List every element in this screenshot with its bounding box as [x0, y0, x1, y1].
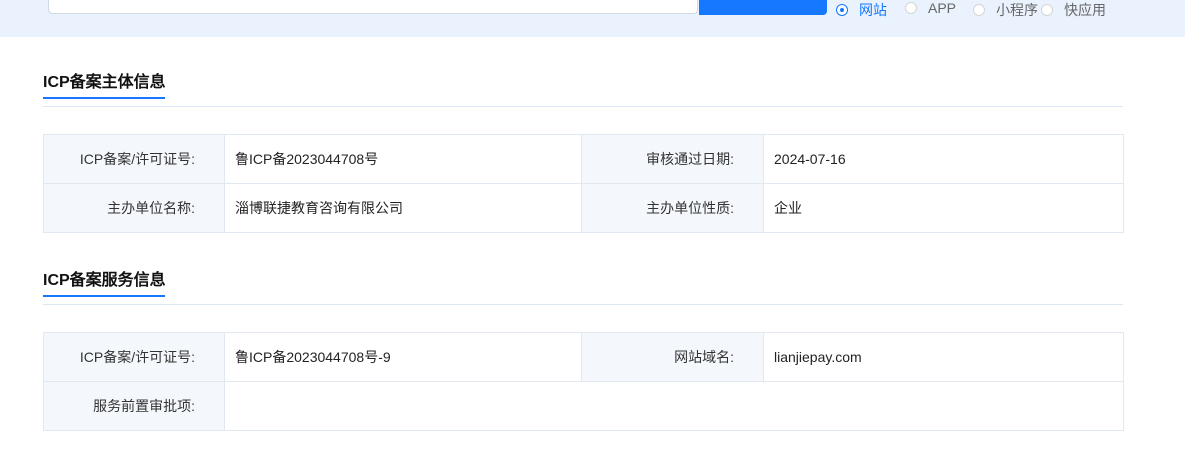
section-title-underline [43, 295, 165, 297]
domain-label: 网站域名: [581, 332, 764, 382]
search-input[interactable] [48, 0, 698, 14]
service-license-label: ICP备案/许可证号: [43, 332, 225, 382]
search-bar-area: 网站 APP 小程序 快应用 [0, 0, 1185, 37]
radio-circle-icon [973, 4, 985, 16]
license-label: ICP备案/许可证号: [43, 134, 225, 184]
table-row: 主办单位名称: 淄博联捷教育咨询有限公司 主办单位性质: 企业 [43, 183, 1124, 233]
section-title-subject: ICP备案主体信息 [43, 74, 166, 91]
section-title-service: ICP备案服务信息 [43, 272, 166, 289]
radio-miniprogram[interactable]: 小程序 [973, 0, 1038, 20]
table-row: ICP备案/许可证号: 鲁ICP备2023044708号-9 网站域名: lia… [43, 332, 1124, 382]
pre-approval-value [224, 381, 1124, 431]
radio-quickapp[interactable]: 快应用 [1041, 0, 1106, 20]
radio-website[interactable]: 网站 [836, 0, 887, 20]
radio-label: 小程序 [996, 2, 1038, 18]
radio-app[interactable]: APP [905, 0, 956, 16]
radio-circle-icon [836, 4, 848, 16]
table-row: 服务前置审批项: [43, 381, 1124, 431]
radio-circle-icon [1041, 4, 1053, 16]
section-divider [43, 106, 1123, 107]
section-title-underline [43, 97, 165, 99]
license-value: 鲁ICP备2023044708号 [224, 134, 582, 184]
table-row: ICP备案/许可证号: 鲁ICP备2023044708号 审核通过日期: 202… [43, 134, 1124, 184]
radio-label: 网站 [859, 2, 887, 18]
subject-info-table: ICP备案/许可证号: 鲁ICP备2023044708号 审核通过日期: 202… [43, 134, 1124, 233]
domain-value: lianjiepay.com [763, 332, 1124, 382]
organizer-type-value: 企业 [763, 183, 1124, 233]
approval-date-value: 2024-07-16 [763, 134, 1124, 184]
organizer-name-label: 主办单位名称: [43, 183, 225, 233]
pre-approval-label: 服务前置审批项: [43, 381, 225, 431]
radio-label: APP [928, 0, 957, 16]
search-button[interactable] [699, 0, 827, 15]
organizer-name-value: 淄博联捷教育咨询有限公司 [224, 183, 582, 233]
radio-label: 快应用 [1064, 2, 1106, 18]
section-divider [43, 304, 1123, 305]
service-info-table: ICP备案/许可证号: 鲁ICP备2023044708号-9 网站域名: lia… [43, 332, 1124, 431]
radio-circle-icon [905, 2, 917, 14]
service-license-value: 鲁ICP备2023044708号-9 [224, 332, 582, 382]
approval-date-label: 审核通过日期: [581, 134, 764, 184]
organizer-type-label: 主办单位性质: [581, 183, 764, 233]
